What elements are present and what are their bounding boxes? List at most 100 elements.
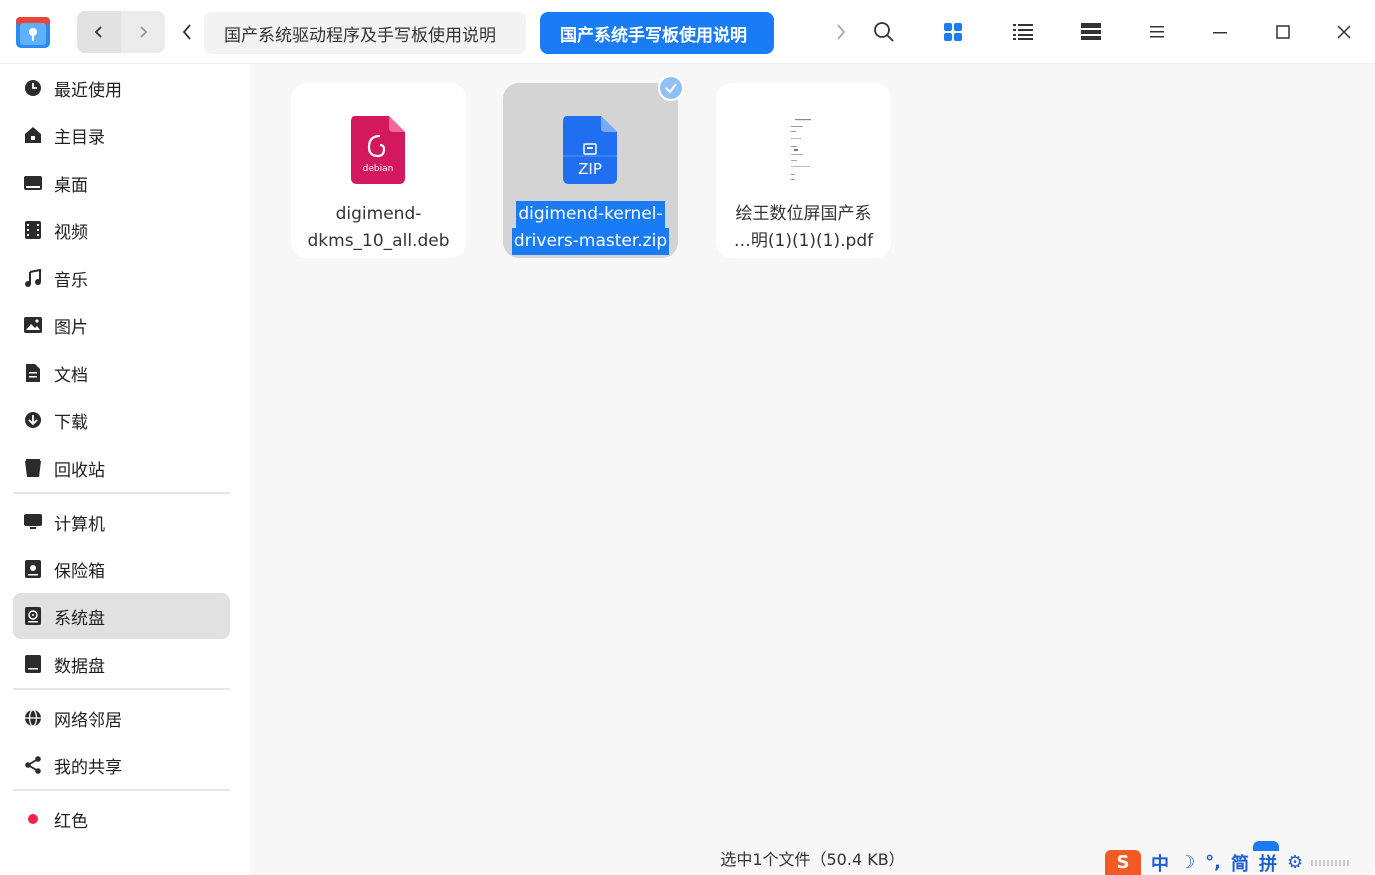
- network-icon: [23, 708, 43, 728]
- file-view[interactable]: debian digimend- dkms_10_all.deb ZIP dig…: [250, 64, 1375, 875]
- grid-view-icon: [944, 23, 962, 41]
- minimize-icon: [1213, 32, 1227, 34]
- sidebar-item-documents[interactable]: 文档: [13, 350, 230, 396]
- sidebar-item-label: 我的共享: [54, 757, 122, 778]
- hamburger-menu-icon: [1150, 26, 1164, 38]
- file-name-line: 绘王数位屏国产系: [735, 204, 872, 224]
- ime-chinese-mode[interactable]: 中: [1151, 850, 1169, 875]
- sidebar-item-music[interactable]: 音乐: [13, 255, 230, 301]
- selected-check-icon: [658, 75, 684, 101]
- sidebar-item-downloads[interactable]: 下载: [13, 397, 230, 443]
- file-name-line: digimend-kernel-: [516, 201, 665, 228]
- back-button[interactable]: [77, 11, 121, 53]
- ime-simplified[interactable]: 简: [1231, 850, 1249, 875]
- sidebar-item-tag-red[interactable]: 红色: [13, 796, 230, 842]
- picture-icon: [23, 315, 43, 335]
- moon-icon[interactable]: ☽: [1179, 852, 1195, 873]
- system-disk-icon: [23, 606, 43, 626]
- sidebar-item-network[interactable]: 网络邻居: [13, 695, 230, 741]
- sidebar: 最近使用 主目录 桌面 视频 音乐 图片 文档 下载 回收站 计算机 保险箱 系…: [0, 64, 250, 875]
- trash-icon: [23, 458, 43, 478]
- computer-icon: [23, 512, 43, 532]
- breadcrumb-item-current[interactable]: 国产系统手写板使用说明: [540, 12, 774, 54]
- search-icon: [874, 22, 894, 42]
- list-view-button[interactable]: [1005, 14, 1041, 50]
- breadcrumb-scroll-right[interactable]: [826, 16, 856, 48]
- file-item-deb[interactable]: debian digimend- dkms_10_all.deb: [291, 83, 466, 258]
- sidebar-divider: [13, 789, 230, 791]
- chevron-left-icon: [182, 24, 191, 40]
- file-name-line: dkms_10_all.deb: [307, 231, 450, 251]
- file-name: 绘王数位屏国产系 …明(1)(1)(1).pdf: [716, 201, 891, 255]
- sidebar-item-label: 数据盘: [54, 656, 105, 677]
- sidebar-item-desktop[interactable]: 桌面: [13, 160, 230, 206]
- ime-punctuation[interactable]: °,: [1205, 852, 1221, 873]
- sidebar-item-videos[interactable]: 视频: [13, 207, 230, 253]
- maximize-icon: [1276, 25, 1290, 39]
- search-button[interactable]: [866, 14, 902, 50]
- document-icon: [23, 363, 43, 383]
- menu-button[interactable]: [1139, 14, 1175, 50]
- file-manager-window: 国产系统驱动程序及手写板使用说明 国产系统手写板使用说明 最近使用 主目录 桌面…: [0, 0, 1375, 875]
- desktop-icon: [23, 173, 43, 193]
- tree-view-button[interactable]: [1073, 14, 1109, 50]
- sidebar-item-trash[interactable]: 回收站: [13, 445, 230, 491]
- chevron-right-icon: [140, 26, 148, 38]
- sidebar-item-my-share[interactable]: 我的共享: [13, 742, 230, 788]
- sidebar-item-label: 最近使用: [54, 80, 122, 101]
- detail-view-icon: [1081, 23, 1101, 40]
- sidebar-item-home[interactable]: 主目录: [13, 112, 230, 158]
- download-icon: [23, 410, 43, 430]
- breadcrumb-scroll-left[interactable]: [172, 16, 202, 48]
- sidebar-item-label: 音乐: [54, 270, 88, 291]
- list-view-icon: [1013, 24, 1033, 40]
- sogou-logo-icon[interactable]: S: [1105, 850, 1141, 875]
- sidebar-item-vault[interactable]: 保险箱: [13, 546, 230, 592]
- video-icon: [23, 220, 43, 240]
- sidebar-item-label: 保险箱: [54, 561, 105, 582]
- sidebar-item-system-disk[interactable]: 系统盘: [13, 593, 230, 639]
- close-icon: [1337, 25, 1351, 39]
- red-tag-icon: [23, 809, 43, 829]
- maximize-button[interactable]: [1265, 14, 1301, 50]
- close-button[interactable]: [1326, 14, 1362, 50]
- pdf-thumbnail-icon: [774, 116, 832, 184]
- sidebar-item-label: 桌面: [54, 175, 88, 196]
- clock-icon: [23, 78, 43, 98]
- file-name: digimend-kernel- drivers-master.zip: [503, 201, 678, 255]
- icon-label: ZIP: [578, 160, 602, 178]
- vault-icon: [23, 559, 43, 579]
- titlebar: 国产系统驱动程序及手写板使用说明 国产系统手写板使用说明: [0, 0, 1375, 64]
- sidebar-item-computer[interactable]: 计算机: [13, 499, 230, 545]
- sidebar-item-data-disk[interactable]: 数据盘: [13, 641, 230, 687]
- file-item-pdf[interactable]: 绘王数位屏国产系 …明(1)(1)(1).pdf: [716, 83, 891, 258]
- sidebar-item-recent[interactable]: 最近使用: [13, 65, 230, 111]
- file-manager-app-icon[interactable]: [14, 13, 52, 51]
- sidebar-item-label: 红色: [54, 811, 88, 832]
- sidebar-item-label: 图片: [54, 317, 88, 338]
- sidebar-item-label: 系统盘: [54, 608, 105, 629]
- sidebar-item-label: 文档: [54, 365, 88, 386]
- home-icon: [23, 125, 43, 145]
- sidebar-divider: [13, 492, 230, 494]
- file-name-line: …明(1)(1)(1).pdf: [733, 231, 874, 251]
- sidebar-divider: [13, 688, 230, 690]
- ime-drag-handle[interactable]: [1311, 859, 1350, 866]
- breadcrumb-item-parent[interactable]: 国产系统驱动程序及手写板使用说明: [204, 12, 526, 54]
- file-item-zip[interactable]: ZIP digimend-kernel- drivers-master.zip: [503, 75, 684, 258]
- chevron-left-icon: [94, 26, 102, 38]
- icon-view-button[interactable]: [935, 14, 971, 50]
- data-disk-icon: [23, 654, 43, 674]
- debian-package-icon: debian: [349, 116, 407, 184]
- file-name-line: drivers-master.zip: [511, 228, 670, 255]
- gear-icon[interactable]: ⚙: [1287, 852, 1303, 873]
- sidebar-item-label: 视频: [54, 222, 88, 243]
- sidebar-item-label: 主目录: [54, 127, 105, 148]
- file-name: digimend- dkms_10_all.deb: [291, 201, 466, 255]
- ime-toolbar: S 中 ☽ °, 简 拼 ⚙: [1105, 850, 1375, 875]
- minimize-button[interactable]: [1202, 14, 1238, 50]
- icon-label: debian: [363, 164, 394, 174]
- sidebar-item-pictures[interactable]: 图片: [13, 302, 230, 348]
- forward-button[interactable]: [121, 11, 165, 53]
- ime-pinyin[interactable]: 拼: [1259, 850, 1277, 875]
